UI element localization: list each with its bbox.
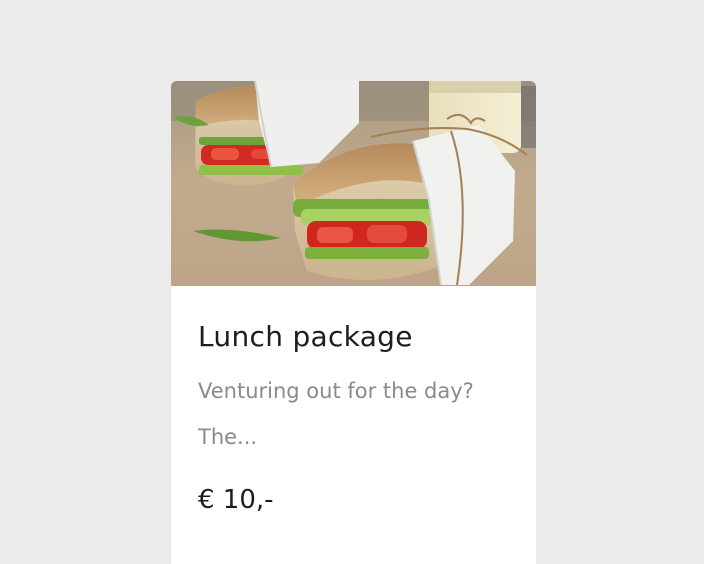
product-price: € 10,- <box>198 485 274 515</box>
card-body: Lunch package Venturing out for the day?… <box>171 320 536 517</box>
product-title: Lunch package <box>198 320 413 353</box>
product-description: Venturing out for the day? The... <box>198 379 474 449</box>
product-card[interactable]: Lunch package Venturing out for the day?… <box>171 81 536 564</box>
sandwich-photo <box>171 81 536 286</box>
